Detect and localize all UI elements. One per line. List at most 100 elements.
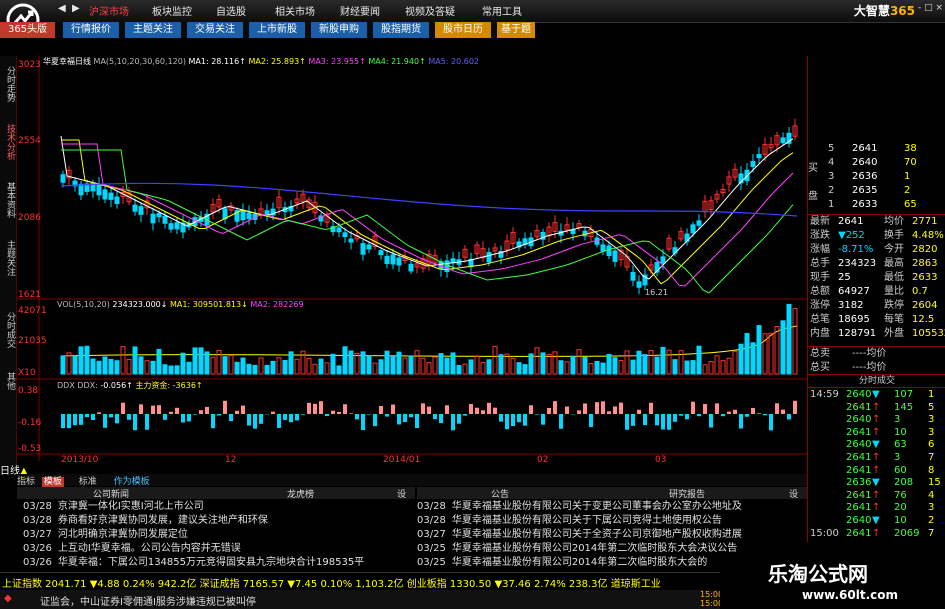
- volume-bar: [786, 303, 792, 375]
- volume-bar: [672, 359, 678, 375]
- side-tab-technical[interactable]: 技术分析: [1, 118, 15, 166]
- tab-hushen[interactable]: 沪深市场: [89, 3, 129, 18]
- side-tab-theme[interactable]: 主题关注: [1, 234, 15, 282]
- news-item[interactable]: 03/28 京津冀一体化I实惠I河北上市公司: [23, 500, 413, 514]
- ddx-bar: [631, 414, 635, 426]
- volume-bar: [348, 350, 354, 375]
- news-left-tabs: 公司新闻 龙虎榜 设: [17, 487, 415, 500]
- volume-bar: [408, 355, 414, 375]
- ddx-bar: [181, 414, 185, 423]
- tab-company-news[interactable]: 公司新闻: [93, 487, 129, 500]
- tab-news[interactable]: 财经要闻: [340, 3, 380, 18]
- volume-bar: [750, 342, 756, 375]
- window-controls[interactable]: - □ ×: [918, 3, 943, 13]
- ddx-bar: [247, 414, 251, 426]
- tab-announcements[interactable]: 公告: [491, 487, 509, 500]
- ticks-header[interactable]: 分时成交: [808, 374, 945, 388]
- menu-fund[interactable]: 基于题: [497, 22, 535, 38]
- tab-bankuai[interactable]: 板块监控: [152, 3, 192, 18]
- news-item[interactable]: 03/27 河北明确京津冀协同发展定位: [23, 528, 413, 542]
- order-row[interactable]: 5 2641 38: [808, 142, 945, 156]
- tick-volume: 10: [894, 514, 907, 526]
- maximize-icon[interactable]: □: [924, 3, 933, 13]
- price-tick-2086: 2086: [18, 213, 41, 223]
- tab-dragon-tiger[interactable]: 龙虎榜: [287, 487, 314, 500]
- ddx-bar: [211, 414, 215, 429]
- stat-label: 现手: [810, 272, 830, 283]
- tab-zixuan[interactable]: 自选股: [216, 3, 246, 18]
- order-volume: 65: [904, 199, 917, 210]
- menu-calendar[interactable]: 股市日历: [435, 22, 491, 38]
- news-title: 华夏幸福基业股份有限公司关于下属公司竞得土地使用权公告: [451, 515, 722, 526]
- side-tab-trades[interactable]: 分时成交: [1, 306, 15, 354]
- ddx-bar: [445, 405, 449, 414]
- stat-row: 总额 64927 量比 0.7: [808, 285, 945, 299]
- ddx-bar: [319, 401, 323, 414]
- ddx-bar: [673, 414, 677, 422]
- news-item[interactable]: 03/26 上互动I华夏幸福。公司公告内容并无错误: [23, 542, 413, 556]
- volume-bar: [240, 357, 246, 375]
- menu-ipo[interactable]: 上市新股: [249, 22, 305, 38]
- news-item[interactable]: 03/25 华夏幸福基业股份有限公司2014年第二次临时股东大会决议公告: [417, 542, 807, 556]
- menu-365[interactable]: 365头版: [0, 22, 55, 38]
- volume-bar: [120, 346, 126, 375]
- tab-research[interactable]: 研究报告: [669, 487, 705, 500]
- news-item[interactable]: 03/28 华夏幸福基业股份有限公司关于变更公司董事会办公室办公地址及: [417, 500, 807, 514]
- volume-bar: [546, 353, 552, 375]
- tick-price: 2640: [846, 389, 872, 400]
- tab-related-market[interactable]: 相关市场: [275, 3, 315, 18]
- menu-quotes[interactable]: 行情报价: [63, 22, 119, 38]
- stat-row: 总手 234323 最高 2863: [808, 257, 945, 271]
- tick-price: 2641: [846, 527, 872, 539]
- vol-info: VOL(5,10,20) 234323.000↓ MA1: 309501.813…: [57, 300, 304, 309]
- news-item[interactable]: 03/27 华夏幸福基业股份有限公司关于全资子公司京御地产股权收购进展: [417, 528, 807, 542]
- volume-bar: [342, 346, 348, 375]
- minimize-icon[interactable]: -: [918, 3, 921, 13]
- status-text[interactable]: 证监会，中山证券I零佣通I服务涉嫌违规已被叫停: [40, 593, 256, 608]
- ddx-bar: [307, 402, 311, 414]
- menu-trade[interactable]: 交易关注: [187, 22, 243, 38]
- menu-futures[interactable]: 股指期货: [373, 22, 429, 38]
- volume-bar: [204, 351, 210, 375]
- forward-icon[interactable]: ▶: [72, 3, 80, 14]
- stat-label: 均价: [884, 216, 904, 227]
- order-row[interactable]: 2 2635 2: [808, 184, 945, 198]
- order-row[interactable]: 4 2640 70: [808, 156, 945, 170]
- menu-subscribe[interactable]: 新股申购: [311, 22, 367, 38]
- tab-video[interactable]: 视频及答疑: [405, 3, 455, 18]
- tab-tools[interactable]: 常用工具: [482, 3, 522, 18]
- order-row[interactable]: 3 2636 1: [808, 170, 945, 184]
- tick-direction: ↑: [872, 414, 881, 426]
- order-row[interactable]: 1 2633 65: [808, 198, 945, 212]
- tick-volume: 63: [894, 439, 907, 451]
- ddx-bar: [601, 401, 605, 414]
- news-date: 03/25: [417, 557, 446, 568]
- news-right-settings-icon[interactable]: 设: [789, 487, 798, 500]
- order-price: 2641: [852, 143, 878, 154]
- volume-bar: [756, 325, 762, 375]
- order-volume: 2: [904, 185, 911, 196]
- stat-value: 2641: [838, 216, 864, 227]
- news-item[interactable]: 03/28 华夏幸福基业股份有限公司关于下属公司竞得土地使用权公告: [417, 514, 807, 528]
- side-tab-other[interactable]: 其他: [1, 366, 15, 396]
- ddx-bar: [643, 414, 647, 426]
- tick-row: 2641 ↑ 76 4: [808, 490, 945, 503]
- ma-info: 华夏幸福日线 MA(5,10,20,30,60,120) MA1: 28.116…: [43, 57, 480, 66]
- side-tab-fundamentals[interactable]: 基本资料: [1, 176, 15, 224]
- news-item[interactable]: 03/26 华夏幸福：下属公司134855万元竞得固安县九宗地块合计198535平: [23, 556, 413, 570]
- close-icon[interactable]: ×: [935, 3, 943, 13]
- back-icon[interactable]: ◀: [58, 3, 66, 14]
- news-title: 上互动I华夏幸福。公司公告内容并无错误: [57, 543, 241, 554]
- ddx-bar: [271, 411, 275, 414]
- news-item[interactable]: 03/28 券商看好京津冀协同发展，建议关注地产和环保: [23, 514, 413, 528]
- news-left-settings-icon[interactable]: 设: [397, 487, 406, 500]
- side-tab-intraday[interactable]: 分时走势: [1, 60, 15, 108]
- ddx-bar: [637, 409, 641, 414]
- menu-theme[interactable]: 主题关注: [125, 22, 181, 38]
- tick-count: 6: [928, 439, 935, 451]
- kline-chart[interactable]: 华夏幸福日线 MA(5,10,20,30,60,120) MA1: 28.116…: [17, 56, 807, 466]
- volume-bar: [174, 365, 180, 375]
- order-volume: 70: [904, 157, 917, 168]
- volume-bar: [288, 351, 294, 375]
- tick-price: 2641: [846, 401, 872, 413]
